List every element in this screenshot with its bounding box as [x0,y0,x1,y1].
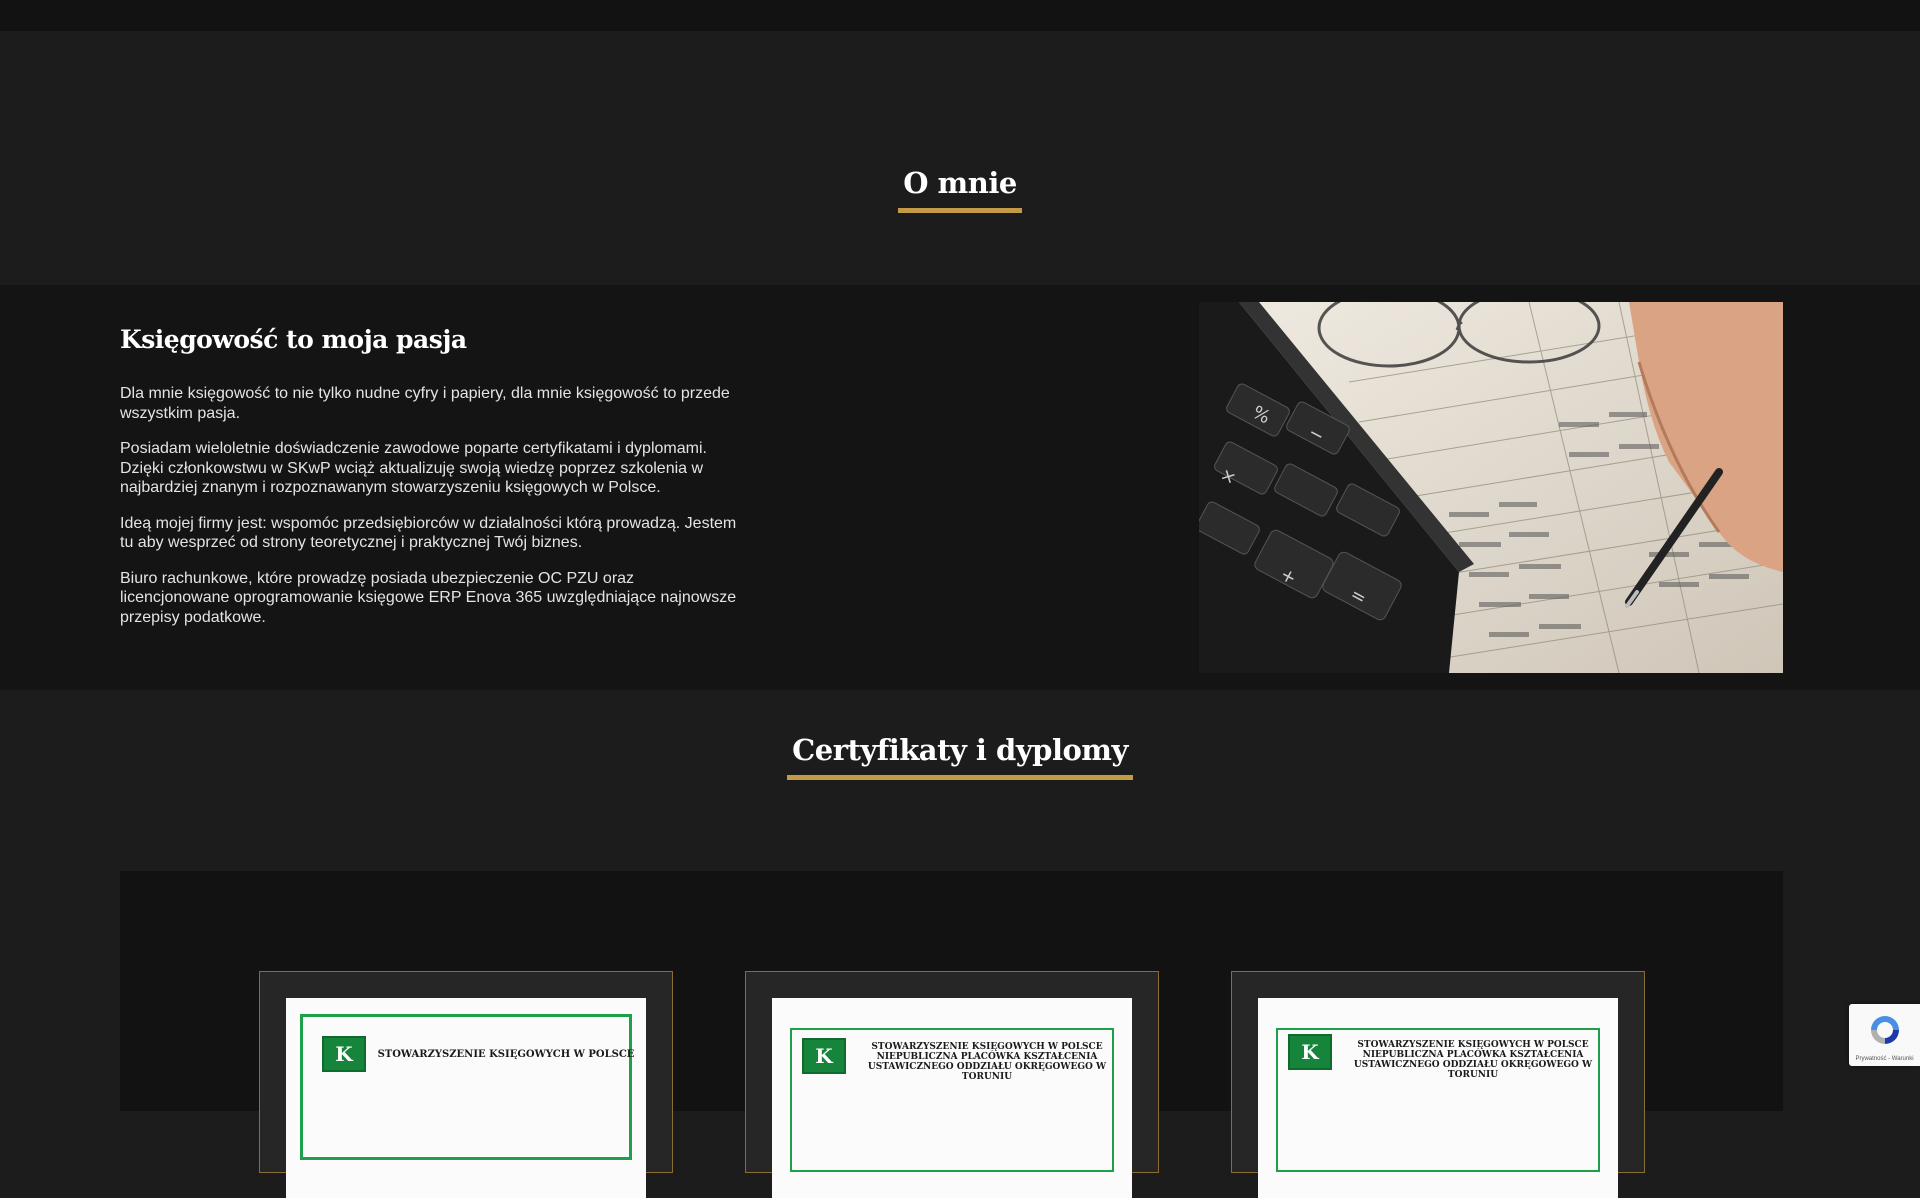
about-heading: Księgowość to moja pasja [120,325,467,354]
skwp-logo-icon: K [1288,1034,1332,1070]
calculator-photo-illustration: % − × + = [1199,302,1783,673]
certificates-section-title: Certyfikaty i dyplomy [787,729,1133,780]
certificate-image: K STOWARZYSZENIE KSIĘGOWYCH W POLSCE [286,998,646,1198]
certificate-card[interactable]: K STOWARZYSZENIE KSIĘGOWYCH W POLSCE NIE… [1231,971,1645,1198]
certificate-card[interactable]: K STOWARZYSZENIE KSIĘGOWYCH W POLSCE NIE… [745,971,1159,1198]
about-paragraph: Biuro rachunkowe, które prowadzę posiada… [120,569,737,626]
skwp-logo-icon: K [802,1038,846,1074]
recaptcha-links[interactable]: Prywatność - Warunki [1849,1056,1920,1062]
certificate-title: STOWARZYSZENIE KSIĘGOWYCH W POLSCE [377,1049,635,1060]
calculator-photo: % − × + = [1199,302,1783,673]
recaptcha-badge[interactable]: Prywatność - Warunki [1849,1004,1920,1066]
about-section-title: O mnie [898,162,1022,213]
certificate-image: K STOWARZYSZENIE KSIĘGOWYCH W POLSCE NIE… [772,998,1132,1198]
about-section-header: O mnie [0,162,1920,213]
certificates-section-header: Certyfikaty i dyplomy [0,729,1920,780]
about-text-column: Księgowość to moja pasja Dla mnie księgo… [120,325,740,643]
about-paragraph: Ideą mojej firmy jest: wspomóc przedsięb… [120,514,737,552]
certificate-card[interactable]: K STOWARZYSZENIE KSIĘGOWYCH W POLSCE [259,971,673,1198]
about-paragraph: Posiadam wieloletnie doświadczenie zawod… [120,440,707,496]
certificates-panel: K STOWARZYSZENIE KSIĘGOWYCH W POLSCE K S… [120,871,1783,1198]
about-paragraph: Dla mnie księgowość to nie tylko nudne c… [120,385,730,422]
about-band: Księgowość to moja pasja Dla mnie księgo… [0,285,1920,690]
certificate-title: STOWARZYSZENIE KSIĘGOWYCH W POLSCE NIEPU… [867,1042,1107,1082]
skwp-logo-icon: K [322,1036,366,1072]
recaptcha-icon [1871,1016,1899,1044]
certificate-title: STOWARZYSZENIE KSIĘGOWYCH W POLSCE NIEPU… [1353,1040,1593,1080]
certificate-image: K STOWARZYSZENIE KSIĘGOWYCH W POLSCE NIE… [1258,998,1618,1198]
top-bar [0,0,1920,31]
